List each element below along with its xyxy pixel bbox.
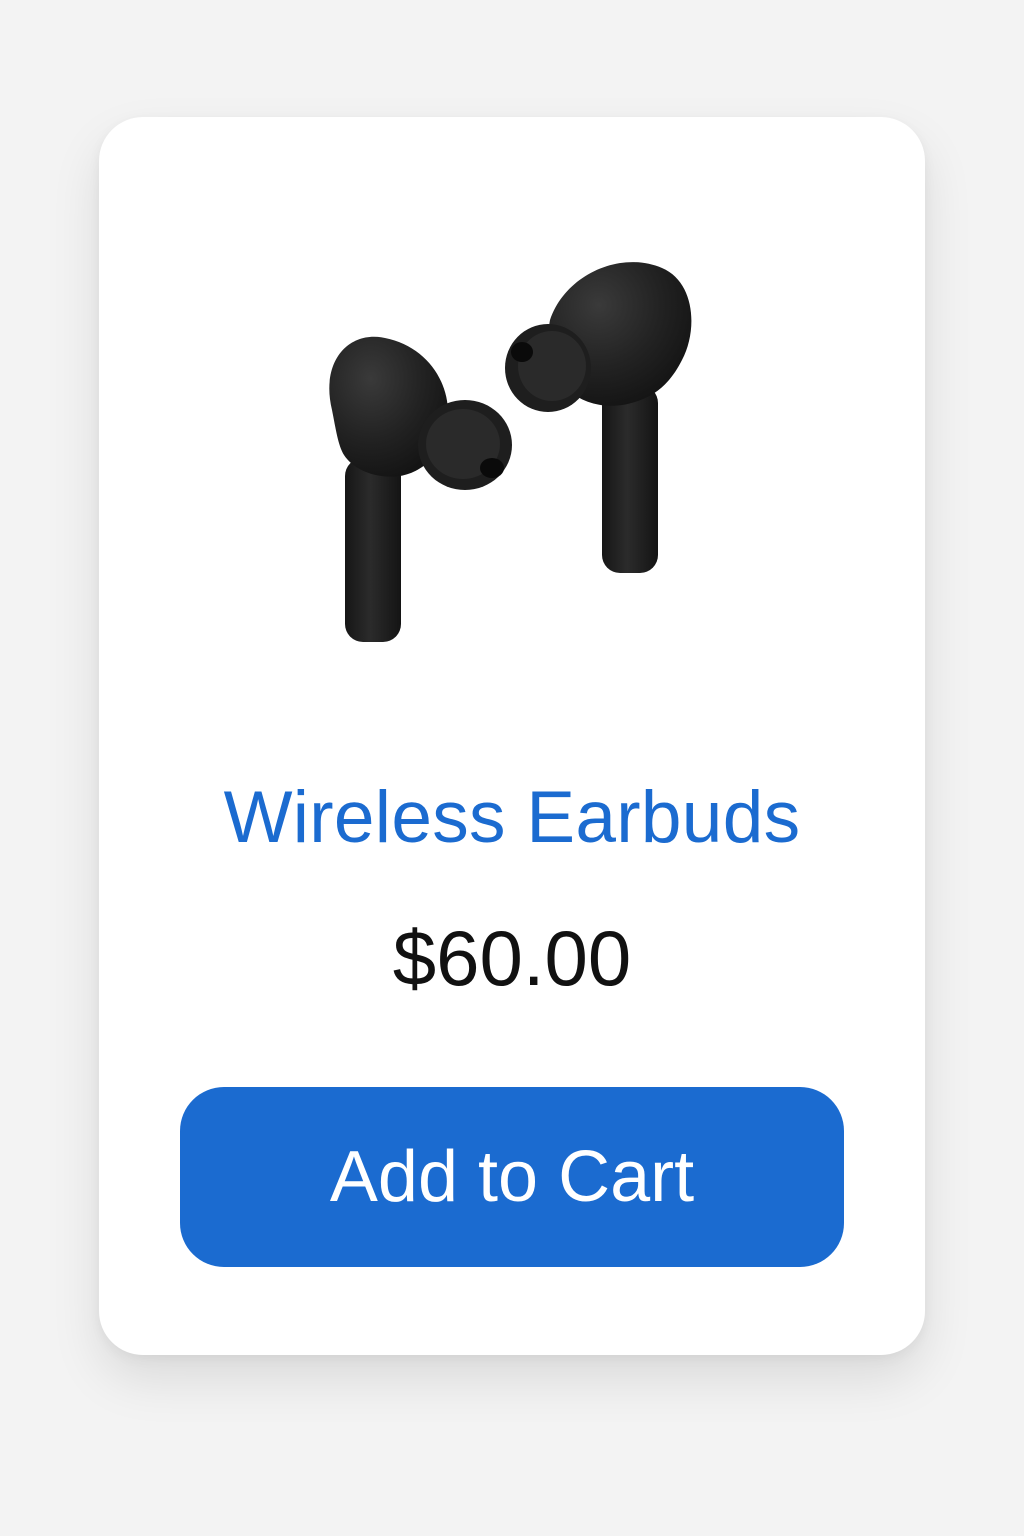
- wireless-earbuds-image: [329, 262, 692, 642]
- product-title: Wireless Earbuds: [223, 777, 801, 858]
- add-to-cart-button[interactable]: Add to Cart: [180, 1087, 844, 1267]
- right-earbud: [505, 262, 692, 573]
- product-price: $60.00: [392, 914, 632, 1002]
- left-earbud: [329, 336, 512, 642]
